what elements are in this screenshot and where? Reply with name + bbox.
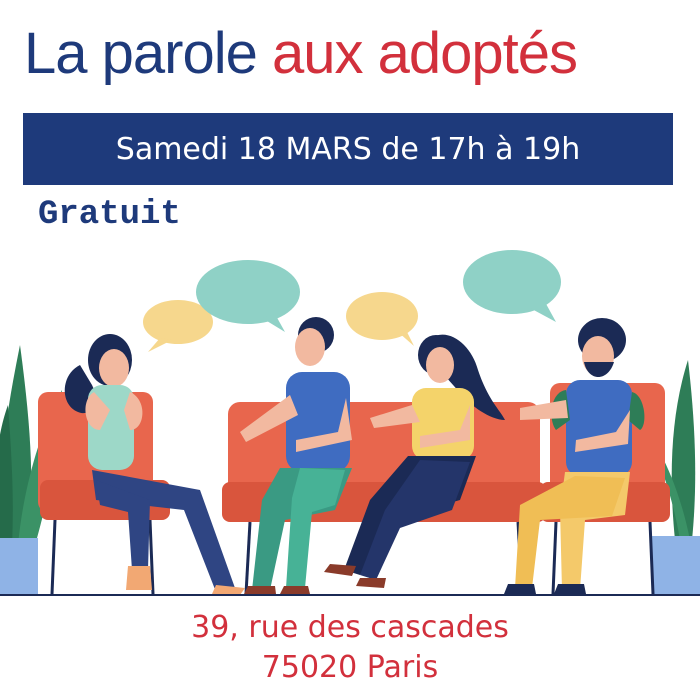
group-conversation-illustration: [0, 250, 700, 596]
person-woman-left: [64, 334, 245, 595]
speech-bubble-icon: [463, 250, 561, 322]
speech-bubble-icon: [346, 292, 418, 346]
speech-bubble-icon: [143, 300, 213, 352]
date-text: Samedi 18 MARS de 17h à 19h: [115, 131, 581, 167]
event-title: La parole aux adoptés: [24, 20, 578, 87]
date-banner: Samedi 18 MARS de 17h à 19h: [23, 113, 673, 185]
title-part-aux-adoptes: aux adoptés: [271, 21, 578, 86]
price-label: Gratuit: [38, 196, 181, 234]
title-part-la-parole: La parole: [24, 21, 258, 86]
address-street: 39, rue des cascades: [191, 610, 509, 645]
address-city: 75020 Paris: [261, 650, 439, 685]
